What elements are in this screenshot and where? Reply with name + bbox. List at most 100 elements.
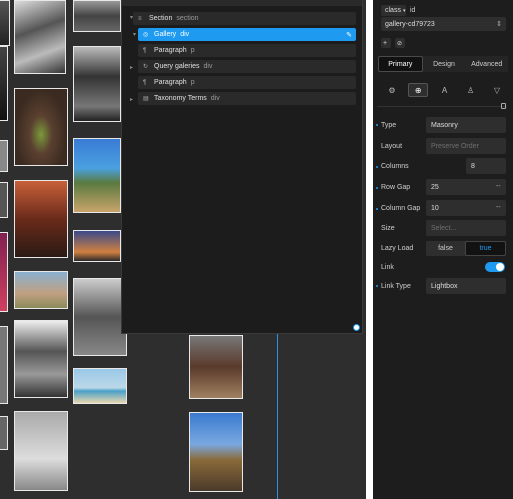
settings-icon-row: ⚙ ⊕ A ♙ ▽ <box>382 83 507 97</box>
edit-icon[interactable]: ✎ <box>346 31 352 39</box>
modified-dot <box>376 166 378 168</box>
layout-placeholder: Preserve Order <box>431 142 479 150</box>
lazy-false-option[interactable]: false <box>426 241 465 256</box>
link-type-label: Link Type <box>381 282 411 290</box>
gallery-image[interactable] <box>14 88 68 166</box>
gallery-icon: ◎ <box>143 32 149 38</box>
query-loop-icon: ↻ <box>143 64 149 70</box>
gallery-image[interactable] <box>14 271 68 309</box>
type-label: Type <box>381 121 397 129</box>
gallery-image[interactable] <box>14 180 68 258</box>
gallery-image[interactable] <box>0 232 8 312</box>
layout-label: Layout <box>381 142 403 150</box>
structure-row-section[interactable]: ≡ Section section <box>133 12 356 25</box>
clear-icon[interactable]: ⊘ <box>395 38 405 48</box>
structure-row-taxonomy[interactable]: ▤ Taxonomy Terms div <box>138 92 356 105</box>
selection-guide-line <box>277 330 278 499</box>
structure-row-gallery[interactable]: ◎ Gallery div ✎ <box>138 28 356 41</box>
lazy-load-toggle: false true <box>426 241 506 256</box>
shirt-icon[interactable]: ♙ <box>461 83 481 97</box>
modified-dot <box>376 124 378 126</box>
structure-row-paragraph[interactable]: ¶ Paragraph p <box>138 76 356 89</box>
class-selector-toggle[interactable]: class ▾ <box>381 5 406 16</box>
gallery-image[interactable] <box>73 278 127 356</box>
size-placeholder: Select... <box>431 224 457 232</box>
typography-icon[interactable]: A <box>435 83 455 97</box>
columns-input[interactable]: 8 <box>466 158 506 174</box>
paragraph-icon: ¶ <box>143 79 147 86</box>
selector-field[interactable]: gallery-cd79723 ⇕ <box>381 17 506 31</box>
taxonomy-icon: ▤ <box>143 96 149 102</box>
expand-caret-icon[interactable]: ▸ <box>130 96 133 103</box>
gallery-image[interactable] <box>14 411 68 491</box>
modified-dot <box>376 285 378 287</box>
colgap-unit[interactable]: -- <box>496 204 501 211</box>
gallery-image[interactable] <box>73 368 127 404</box>
gallery-image[interactable] <box>14 0 66 74</box>
structure-row-paragraph[interactable]: ¶ Paragraph p <box>138 44 356 57</box>
gallery-image[interactable] <box>0 0 10 46</box>
resize-handle[interactable] <box>353 324 360 331</box>
link-toggle[interactable] <box>485 262 505 272</box>
row-name: Gallery <box>154 31 177 38</box>
type-select[interactable]: Masonry <box>426 117 506 133</box>
modified-dot <box>376 187 378 189</box>
phone-icon[interactable] <box>501 103 506 109</box>
gallery-image[interactable] <box>189 412 243 492</box>
expand-caret-icon[interactable]: ▸ <box>130 64 133 71</box>
colgap-value: 10 <box>431 204 439 212</box>
rowgap-unit[interactable]: -- <box>496 183 501 190</box>
rowgap-value: 25 <box>431 183 439 191</box>
link-type-value: Lightbox <box>431 282 458 290</box>
gallery-image[interactable] <box>0 140 8 172</box>
filter-icon[interactable]: ▽ <box>487 83 507 97</box>
row-tag: p <box>190 47 195 54</box>
type-value: Masonry <box>431 121 458 129</box>
gallery-image[interactable] <box>189 335 243 399</box>
gallery-image[interactable] <box>14 320 68 398</box>
divider <box>377 106 507 107</box>
expand-caret-icon[interactable]: ▾ <box>133 31 136 38</box>
structure-row-query[interactable]: ↻ Query galeries div <box>138 60 356 73</box>
tab-design[interactable]: Design <box>423 56 466 72</box>
paragraph-icon: ¶ <box>143 47 147 54</box>
rowgap-label: Row Gap <box>381 183 411 191</box>
swap-icon[interactable]: ⇕ <box>496 20 502 28</box>
rowgap-input[interactable]: 25 <box>426 179 506 195</box>
gallery-image[interactable] <box>0 182 8 218</box>
gallery-image[interactable] <box>0 416 8 450</box>
row-name: Paragraph <box>154 47 187 54</box>
gallery-image[interactable] <box>0 46 8 121</box>
row-tag: div <box>210 95 220 102</box>
gallery-image[interactable] <box>73 46 121 122</box>
gallery-image[interactable] <box>73 0 121 32</box>
link-type-select[interactable]: Lightbox <box>426 278 506 294</box>
size-select[interactable]: Select... <box>426 220 506 236</box>
tab-advanced[interactable]: Advanced <box>465 56 508 72</box>
modified-dot <box>376 208 378 210</box>
target-icon[interactable]: ⊕ <box>408 83 429 97</box>
lazy-true-option[interactable]: true <box>465 241 506 256</box>
row-tag: section <box>176 15 199 22</box>
colgap-label: Column Gap <box>381 204 421 212</box>
panel-tabs: Primary Design Advanced <box>378 56 508 72</box>
colgap-input[interactable]: 10 <box>426 200 506 216</box>
selector-value: gallery-cd79723 <box>385 20 435 28</box>
tab-primary[interactable]: Primary <box>378 56 423 72</box>
size-label: Size <box>381 224 395 232</box>
section-icon: ≡ <box>138 15 142 22</box>
chevron-down-icon: ▾ <box>402 7 406 14</box>
gallery-image[interactable] <box>73 230 121 262</box>
class-label: class <box>385 7 401 14</box>
row-name: Taxonomy Terms <box>154 95 207 102</box>
link-label: Link <box>381 263 394 271</box>
gear-list-icon[interactable]: ⚙ <box>382 83 402 97</box>
layout-select[interactable]: Preserve Order <box>426 138 506 154</box>
columns-value: 8 <box>471 162 475 170</box>
gallery-image[interactable] <box>0 326 8 404</box>
divider <box>366 0 373 499</box>
row-name: Section <box>149 15 173 22</box>
add-class-button[interactable]: + <box>381 38 391 48</box>
id-label[interactable]: id <box>410 7 415 14</box>
gallery-image[interactable] <box>73 138 121 213</box>
